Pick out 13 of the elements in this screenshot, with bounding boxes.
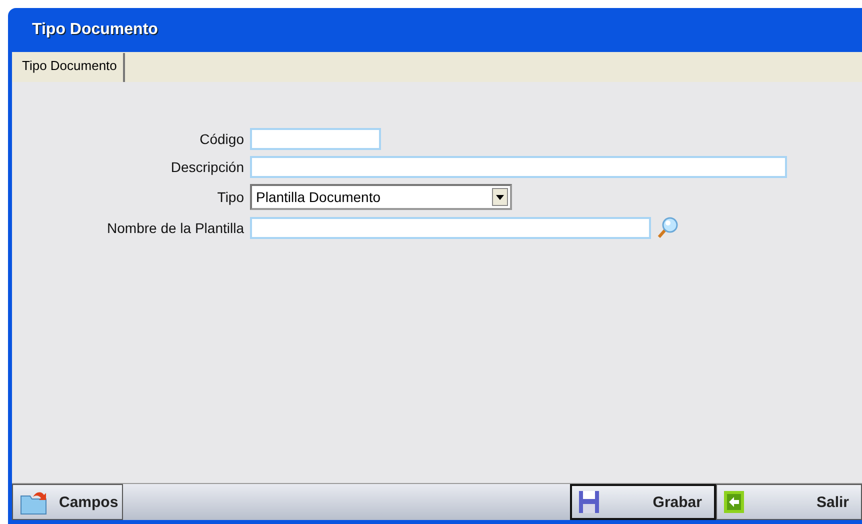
field-label: Nombre de la Plantilla <box>106 220 244 236</box>
toolbar-button[interactable]: Campos <box>12 484 124 520</box>
text-field[interactable] <box>250 217 651 239</box>
field-label: Código <box>198 131 244 147</box>
toolbar-button[interactable]: Grabar <box>570 484 716 520</box>
dropdown[interactable]: Plantilla Documento <box>250 184 512 210</box>
toolbar-button[interactable]: Salir <box>716 484 862 520</box>
search-icon[interactable] <box>655 216 679 240</box>
text-field[interactable] <box>250 156 787 178</box>
window-title: Tipo Documento <box>31 20 159 40</box>
field-label: Tipo <box>216 189 244 205</box>
text-field[interactable] <box>250 128 381 150</box>
field-label: Descripción <box>170 159 244 175</box>
